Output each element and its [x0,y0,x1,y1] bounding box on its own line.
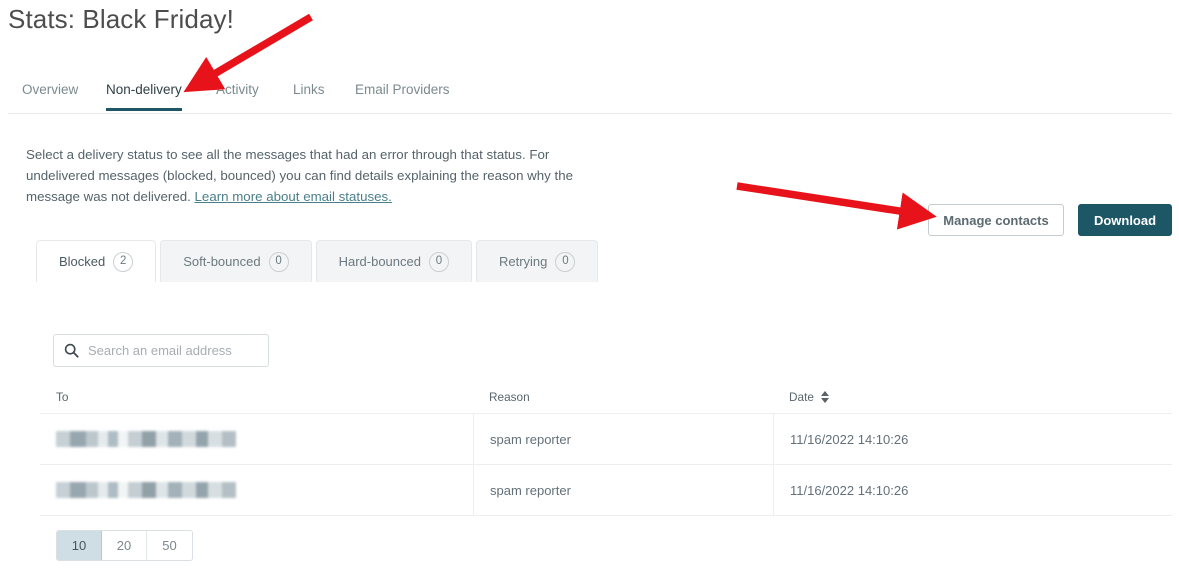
tab-non-delivery[interactable]: Non-delivery [106,82,182,111]
table-row[interactable]: spam reporter 11/16/2022 14:10:26 [40,414,1172,465]
table-header-row: To Reason Date [40,380,1172,414]
table-row[interactable]: spam reporter 11/16/2022 14:10:26 [40,465,1172,516]
tab-activity[interactable]: Activity [216,82,259,108]
page-size-50[interactable]: 50 [147,531,192,560]
search-input[interactable] [88,343,258,358]
arrow-to-manage-contacts [736,182,937,230]
status-tab-soft-bounced-count: 0 [268,251,289,272]
cell-reason: spam reporter [473,465,773,515]
tab-email-providers[interactable]: Email Providers [355,82,450,108]
main-tab-bar: Overview Non-delivery Activity Links Ema… [8,82,1172,114]
tab-links[interactable]: Links [293,82,325,108]
download-button[interactable]: Download [1078,204,1172,236]
status-tab-retrying[interactable]: Retrying 0 [475,240,599,282]
cell-reason: spam reporter [473,414,773,464]
cell-date: 11/16/2022 14:10:26 [773,465,1172,515]
cell-date: 11/16/2022 14:10:26 [773,414,1172,464]
column-header-date[interactable]: Date [773,380,1172,413]
page-size-20[interactable]: 20 [102,531,147,560]
status-tab-retrying-label: Retrying [498,254,548,269]
status-tab-retrying-count: 0 [555,251,576,272]
redacted-email-icon [56,431,236,447]
status-tab-soft-bounced-label: Soft-bounced [183,254,261,269]
manage-contacts-button[interactable]: Manage contacts [928,204,1064,236]
column-header-to[interactable]: To [40,380,473,413]
cell-to [40,465,473,515]
page-title: Stats: Black Friday! [8,4,234,34]
cell-to [40,414,473,464]
status-tab-hard-bounced-count: 0 [428,251,449,272]
status-tab-soft-bounced[interactable]: Soft-bounced 0 [160,240,312,282]
tab-overview[interactable]: Overview [22,82,78,108]
status-tab-hard-bounced-label: Hard-bounced [338,254,421,269]
status-tab-blocked[interactable]: Blocked 2 [36,240,157,282]
page-size-selector: 10 20 50 [56,530,193,561]
status-tab-hard-bounced[interactable]: Hard-bounced 0 [315,240,472,282]
column-header-date-label: Date [789,389,814,404]
stats-page: Stats: Black Friday! Overview Non-delive… [0,0,1179,585]
column-header-reason[interactable]: Reason [473,380,773,413]
redacted-email-icon [56,482,236,498]
search-icon [64,343,79,358]
learn-more-link[interactable]: Learn more about email statuses. [195,189,392,204]
non-delivery-table: To Reason Date spam reporter 11/16/2022 … [40,380,1172,516]
page-size-10[interactable]: 10 [57,531,102,560]
status-tab-blocked-count: 2 [113,251,134,272]
status-tab-bar: Blocked 2 Soft-bounced 0 Hard-bounced 0 … [36,240,602,282]
sort-arrows-icon[interactable] [820,390,829,403]
non-delivery-description: Select a delivery status to see all the … [26,144,586,207]
status-tab-blocked-label: Blocked [59,254,106,269]
search-box[interactable] [53,334,269,367]
